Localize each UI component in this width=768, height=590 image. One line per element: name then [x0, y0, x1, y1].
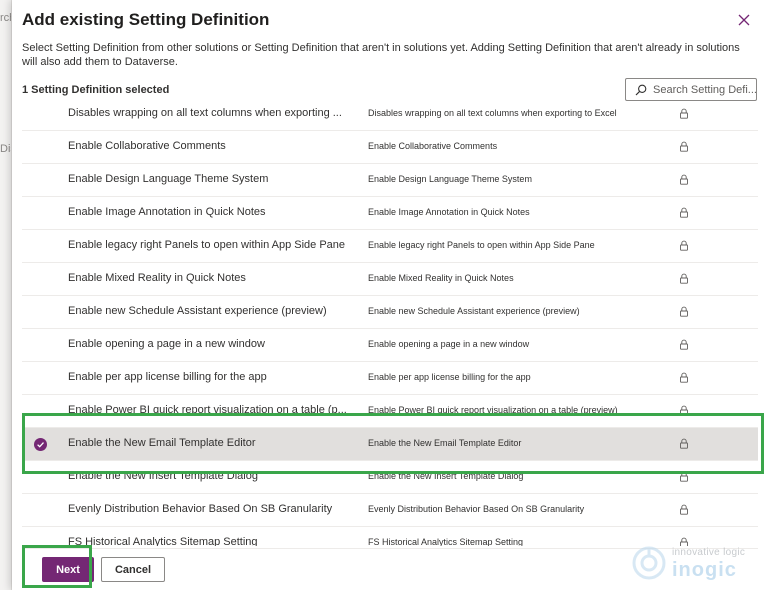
setting-definition-list: Disables wrapping on all text columns wh…: [22, 100, 758, 546]
row-display-name: Enable new Schedule Assistant experience…: [368, 306, 580, 316]
row-name: Enable Collaborative Comments: [68, 140, 226, 152]
close-icon[interactable]: [736, 12, 752, 28]
table-row[interactable]: Enable Mixed Reality in Quick Notes Enabl…: [22, 263, 758, 296]
row-name: Enable per app license billing for the a…: [68, 371, 267, 383]
inogic-watermark: innovative logic inogic: [627, 541, 767, 586]
lock-icon: [680, 240, 688, 251]
row-name: Enable new Schedule Assistant experience…: [68, 305, 327, 317]
cancel-button[interactable]: Cancel: [101, 557, 165, 582]
add-setting-definition-dialog: Add existing Setting Definition Select S…: [12, 0, 768, 590]
row-name: Enable Design Language Theme System: [68, 173, 269, 185]
table-row[interactable]: Enable legacy right Panels to open withi…: [22, 230, 758, 263]
watermark-tagline: innovative logic: [672, 547, 746, 558]
table-row[interactable]: Enable opening a page in a new window Ena…: [22, 329, 758, 362]
row-display-name: FS Historical Analytics Sitemap Setting: [368, 537, 524, 546]
row-display-name: Disables wrapping on all text columns wh…: [368, 108, 617, 118]
lock-icon: [680, 306, 688, 317]
row-name: Disables wrapping on all text columns wh…: [68, 107, 342, 119]
background-app-strip: rch Dis: [0, 0, 12, 590]
dialog-description: Select Setting Definition from other sol…: [22, 42, 740, 68]
dialog-title: Add existing Setting Definition: [22, 10, 270, 29]
highlight-next-button-box: [22, 545, 92, 588]
lock-icon: [680, 339, 688, 350]
row-display-name: Enable Design Language Theme System: [368, 174, 532, 184]
search-icon: [635, 84, 647, 95]
lock-icon: [680, 174, 688, 185]
row-name: Enable legacy right Panels to open withi…: [68, 239, 346, 251]
table-row[interactable]: Enable Image Annotation in Quick Notes En…: [22, 197, 758, 230]
background-text-fragment: Dis: [0, 143, 11, 155]
background-text-fragment: rch: [0, 12, 11, 24]
table-row[interactable]: Evenly Distribution Behavior Based On SB…: [22, 494, 758, 527]
highlight-selected-row-box: [22, 413, 764, 474]
row-name: Evenly Distribution Behavior Based On SB…: [68, 503, 333, 515]
row-name: FS Historical Analytics Sitemap Setting: [68, 536, 258, 546]
lock-icon: [680, 141, 688, 152]
lock-icon: [680, 108, 688, 119]
table-row[interactable]: Enable Design Language Theme System Enabl…: [22, 164, 758, 197]
row-name: Enable Mixed Reality in Quick Notes: [68, 272, 246, 284]
row-display-name: Evenly Distribution Behavior Based On SB…: [368, 504, 585, 514]
row-name: Enable Image Annotation in Quick Notes: [68, 206, 266, 218]
row-display-name: Enable Image Annotation in Quick Notes: [368, 207, 530, 217]
table-row[interactable]: Disables wrapping on all text columns wh…: [22, 100, 758, 131]
selected-count: 1 Setting Definition selected: [22, 84, 170, 96]
lock-icon: [680, 273, 688, 284]
row-display-name: Enable opening a page in a new window: [368, 339, 530, 349]
lock-icon: [680, 372, 688, 383]
table-row[interactable]: Enable new Schedule Assistant experience…: [22, 296, 758, 329]
row-name: Enable opening a page in a new window: [68, 338, 265, 350]
search-box[interactable]: [625, 78, 757, 101]
table-row[interactable]: Enable Collaborative Comments Enable Coll…: [22, 131, 758, 164]
table-row[interactable]: Enable per app license billing for the a…: [22, 362, 758, 395]
row-display-name: Enable legacy right Panels to open withi…: [368, 240, 595, 250]
row-display-name: Enable Mixed Reality in Quick Notes: [368, 273, 514, 283]
inogic-logo-icon: [632, 546, 666, 580]
row-display-name: Enable Collaborative Comments: [368, 141, 498, 151]
search-input[interactable]: [653, 83, 757, 96]
row-display-name: Enable per app license billing for the a…: [368, 372, 531, 382]
lock-icon: [680, 504, 688, 515]
watermark-brand: inogic: [672, 559, 737, 581]
lock-icon: [680, 207, 688, 218]
